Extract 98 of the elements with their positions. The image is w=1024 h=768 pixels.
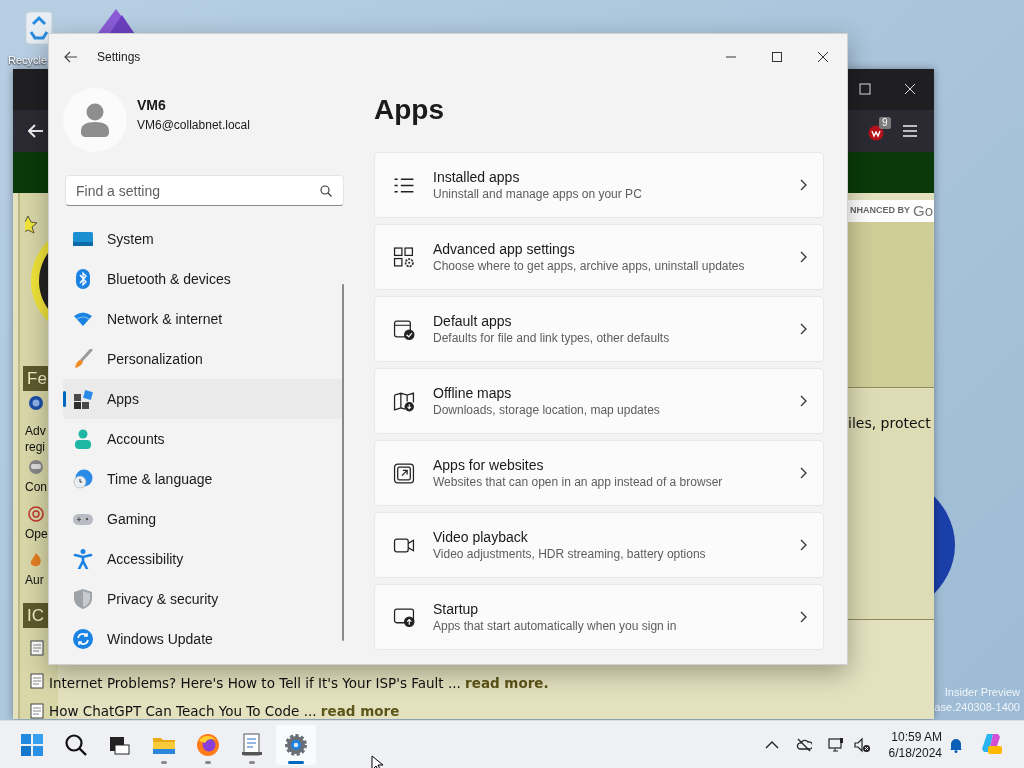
copilot-icon[interactable]: [979, 731, 1003, 755]
shield-icon: [73, 589, 93, 609]
clock-globe-icon: [73, 469, 93, 489]
attribution-text: NHANCED BY: [850, 204, 910, 218]
card-title: Startup: [433, 600, 480, 618]
extension-icon[interactable]: [868, 125, 884, 141]
link-text[interactable]: Adv: [25, 423, 46, 439]
nav-item[interactable]: Accessibility: [63, 539, 344, 579]
target-icon: [28, 506, 44, 522]
settings-card[interactable]: Apps for websites Websites that can open in an app instead of a browser: [374, 440, 824, 506]
settings-card[interactable]: Advanced app settings Choose where to get apps, archive apps, uninstall updates: [374, 224, 824, 290]
map-icon: [392, 390, 416, 412]
bell-icon[interactable]: [948, 737, 964, 753]
chevron-icon: [800, 395, 807, 407]
window-arrow-icon: [392, 606, 416, 628]
nav-item[interactable]: Accounts: [63, 419, 344, 459]
volume-muted-icon[interactable]: [854, 737, 870, 753]
start-icon: [20, 733, 44, 757]
user-email: VM6@collabnet.local: [137, 116, 250, 134]
headline-link[interactable]: How ChatGPT Can Teach You To Code ... read more: [49, 703, 400, 719]
cursor-icon: [371, 755, 383, 768]
card-title: Default apps: [433, 312, 513, 330]
gear-button[interactable]: [276, 725, 316, 765]
desktop-icon-label: Recycle: [8, 54, 48, 66]
maximize-icon[interactable]: [859, 83, 871, 95]
monitor-icon: [73, 229, 93, 249]
search-field[interactable]: Find a setting: [65, 175, 344, 206]
search-logo: Go: [913, 200, 934, 221]
settings-card[interactable]: Default apps Defaults for file and link types, other defaults: [374, 296, 824, 362]
link-text[interactable]: Con: [25, 479, 47, 495]
card-title: Video playback: [433, 528, 529, 546]
build-info-text: Insider Preview: [943, 685, 1020, 700]
close-icon[interactable]: [904, 83, 916, 95]
window-check-icon: [392, 318, 416, 340]
nav-item[interactable]: Personalization: [63, 339, 344, 379]
sync-icon: [73, 629, 93, 649]
recycle-bin-icon[interactable]: [22, 10, 56, 46]
note-icon: [29, 703, 45, 719]
link-text[interactable]: Aur: [25, 572, 44, 588]
external-link-icon: [392, 462, 416, 484]
page-title: Apps: [374, 93, 445, 127]
notification-badge: 9: [879, 117, 891, 129]
settings-card[interactable]: Installed apps Uninstall and manage apps on your PC: [374, 152, 824, 218]
chevron-icon: [800, 467, 807, 479]
bluetooth-icon: [73, 269, 93, 289]
window-title: Settings: [97, 49, 141, 66]
card-title: Advanced app settings: [433, 240, 576, 258]
back-arrow-icon[interactable]: [28, 124, 44, 138]
note-icon: [29, 673, 45, 689]
card-title: Offline maps: [433, 384, 513, 402]
menu-icon[interactable]: [902, 124, 918, 138]
monitor-icon[interactable]: [828, 737, 844, 753]
card-subtitle: Uninstall and manage apps on your PC: [433, 186, 643, 202]
person-icon: [80, 103, 110, 137]
chevron-icon: [800, 323, 807, 335]
clock-time[interactable]: 10:59 AM: [888, 729, 942, 745]
chevron-icon: [800, 539, 807, 551]
build-info-text: ase.240308-1400: [934, 700, 1020, 715]
back-arrow-icon: [64, 51, 78, 63]
clock-date[interactable]: 6/18/2024: [888, 745, 942, 761]
flame-icon: [28, 552, 44, 568]
card-subtitle: Defaults for file and link types, other defaults: [433, 330, 671, 346]
firefox-icon: [196, 733, 220, 757]
link-text[interactable]: regi: [25, 439, 45, 455]
person-icon: [73, 429, 93, 449]
settings-card[interactable]: Offline maps Downloads, storage location, map updates: [374, 368, 824, 434]
chevron-icon: [800, 179, 807, 191]
cloud-off-icon[interactable]: [796, 737, 812, 753]
settings-card[interactable]: Video playback Video adjustments, HDR streaming, battery options: [374, 512, 824, 578]
card-subtitle: Websites that can open in an app instead of a browser: [433, 474, 724, 490]
link-text[interactable]: Ope: [25, 526, 48, 542]
nav-item[interactable]: Apps: [63, 379, 344, 419]
globe-icon: [28, 395, 44, 411]
chevron-icon: [800, 251, 807, 263]
apps-icon: [73, 389, 93, 409]
card-subtitle: Choose where to get apps, archive apps, uninstall updates: [433, 258, 746, 274]
headline-link[interactable]: Internet Problems? Here's How to Tell if It's Your ISP's Fault ... read more.: [49, 675, 549, 691]
card-subtitle: Downloads, storage location, map updates: [433, 402, 661, 418]
maximize-icon: [772, 52, 782, 62]
gear-icon: [284, 733, 308, 757]
accessibility-icon: [73, 549, 93, 569]
card-subtitle: Apps that start automatically when you sign in: [433, 618, 678, 634]
note-icon: [29, 640, 45, 656]
document-icon: [240, 733, 264, 757]
brush-icon: [73, 349, 93, 369]
chevron-icon: [800, 611, 807, 623]
nav-item[interactable]: Bluetooth & devices: [63, 259, 344, 299]
nav-item[interactable]: System: [63, 219, 344, 259]
search-icon: [320, 185, 332, 197]
close-icon: [818, 52, 828, 62]
card-title: Installed apps: [433, 168, 521, 186]
search-icon: [64, 733, 88, 757]
grid-gear-icon: [392, 246, 416, 268]
settings-card[interactable]: Startup Apps that start automatically when you sign in: [374, 584, 824, 650]
body-text: iles, protect: [848, 415, 931, 431]
card-subtitle: Video adjustments, HDR streaming, battery options: [433, 546, 707, 562]
user-name: VM6: [137, 95, 167, 115]
card-title: Apps for websites: [433, 456, 545, 474]
